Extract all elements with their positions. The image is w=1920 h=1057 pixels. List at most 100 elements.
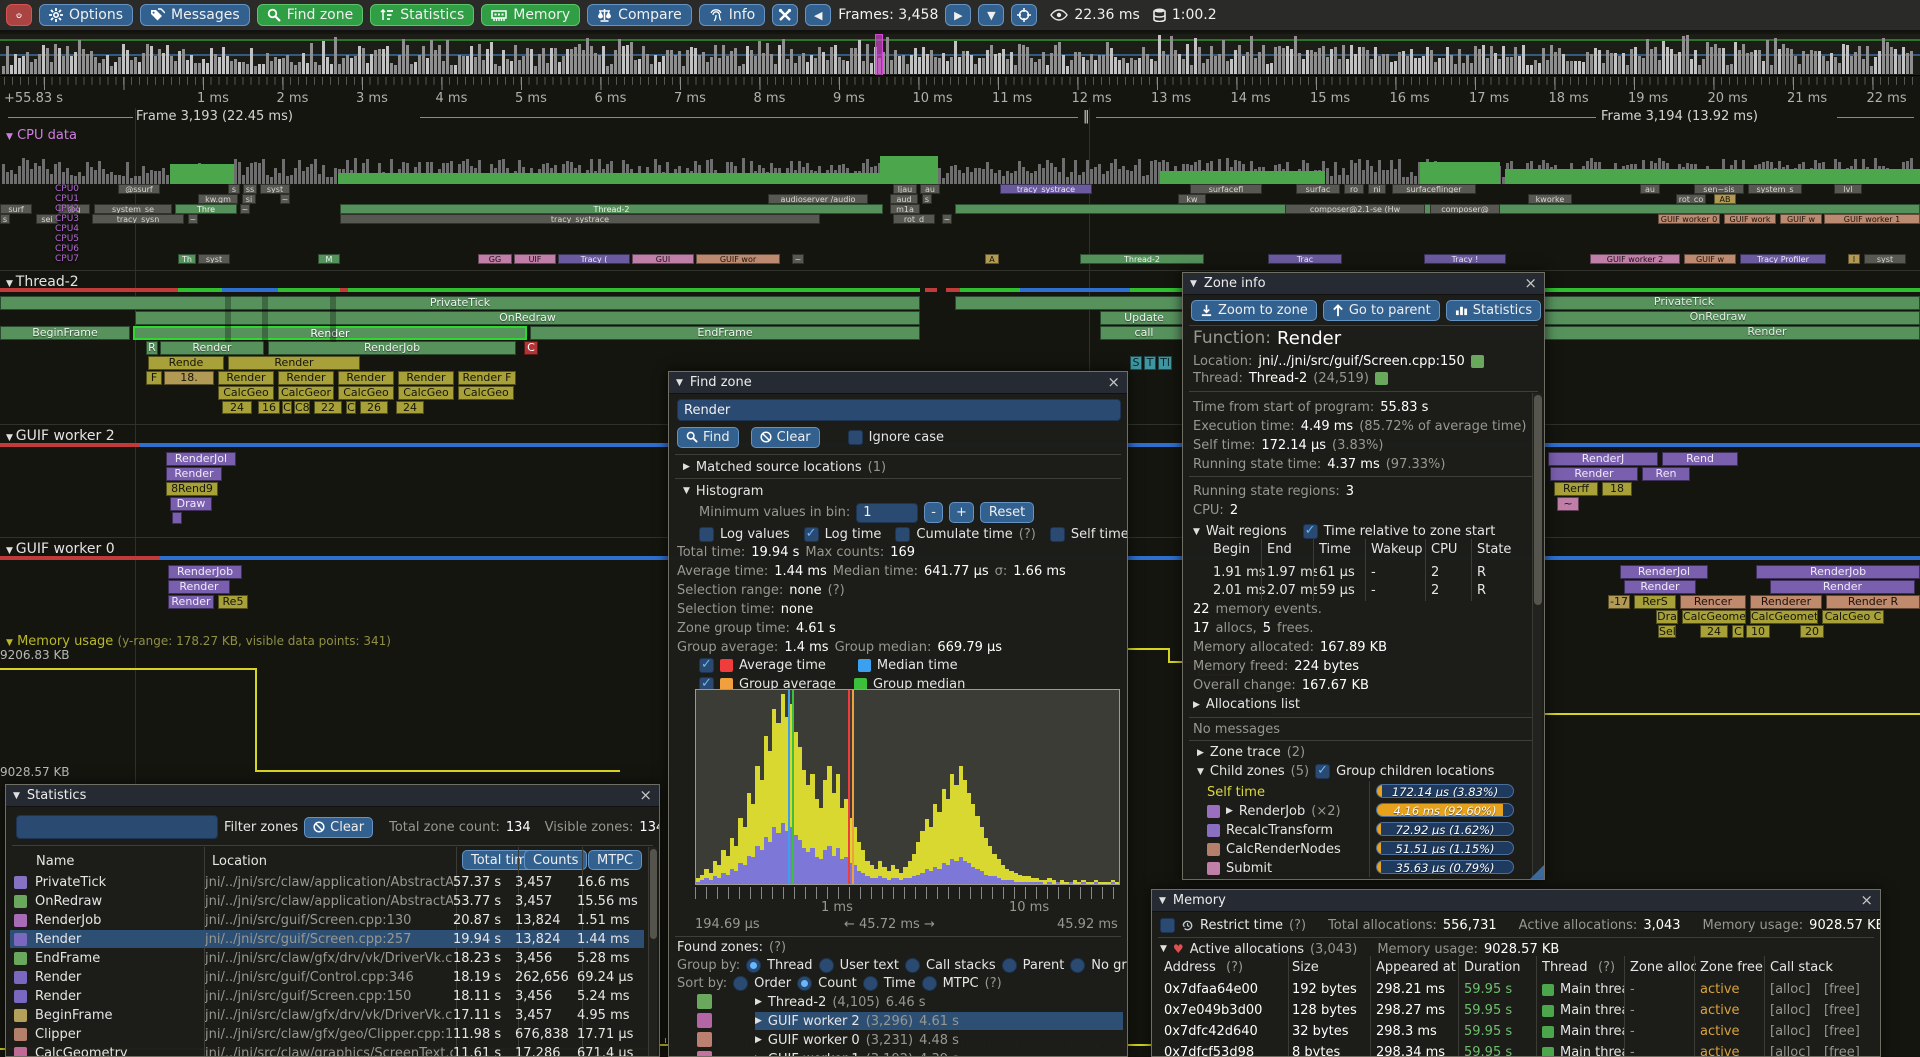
cpu-zone[interactable]: GUIF worker 0 [1658, 214, 1720, 224]
cpu-zone[interactable]: m1a [890, 204, 920, 214]
show-avg-median-checkbox[interactable] [699, 658, 714, 673]
zone-group-row[interactable]: ▶GUIF worker 0(3,231)4.48 s [755, 1031, 1123, 1049]
find-zone-button[interactable]: Find zone [257, 4, 364, 26]
active-allocations-section-label[interactable]: Active allocations [1190, 942, 1304, 957]
call-stack-free[interactable]: [free] [1824, 1024, 1881, 1040]
cpu-core-label[interactable]: CPU0 [55, 184, 79, 194]
cpu-zone[interactable]: Thread-2 [340, 204, 883, 214]
table-row[interactable]: Renderjni/../jni/src/guif/Screen.cpp:150… [10, 987, 644, 1005]
cpu-zone[interactable]: surf [0, 204, 32, 214]
statistics-window-titlebar[interactable]: ▼ Statistics × [6, 785, 659, 807]
cpu-zone[interactable]: ~ [942, 214, 952, 224]
zone[interactable]: C8 [294, 401, 310, 414]
min-bin-plus-button[interactable]: + [949, 502, 974, 523]
child-zones-label[interactable]: Child zones [1210, 764, 1285, 779]
zone[interactable]: Rend [1662, 452, 1738, 466]
collapse-icon[interactable]: ▼ [1159, 896, 1166, 906]
child-zone-row[interactable]: ▶RenderJob(×2) [1207, 802, 1367, 820]
messages-button[interactable]: Messages [140, 4, 250, 26]
cpu-zone[interactable]: M [318, 254, 340, 264]
zone-group-row[interactable]: ▶GUIF worker 1(3,192)4.39 s [755, 1050, 1123, 1057]
zone[interactable]: 16 [258, 401, 280, 414]
cpu-zone[interactable]: syst [260, 184, 290, 194]
cpu-zone[interactable]: rot_co [1676, 194, 1706, 204]
zone[interactable]: CalcGeo [218, 386, 274, 400]
zone[interactable]: Render [160, 341, 264, 355]
radio-call-stacks[interactable] [905, 958, 920, 973]
zone[interactable]: Rerff [1554, 482, 1598, 496]
resize-grip[interactable] [1530, 865, 1544, 879]
cpu-zone[interactable]: ~ [792, 254, 804, 264]
cpu-zone[interactable]: au [1640, 184, 1660, 194]
col-mtpc-button[interactable]: MTPC [588, 850, 642, 870]
zone[interactable]: 24 [222, 401, 252, 414]
cpu-zone[interactable]: GUI [632, 254, 694, 264]
expand-icon[interactable]: ▶ [1226, 806, 1233, 816]
matched-source-locations[interactable]: Matched source locations [696, 460, 862, 475]
statistics-button[interactable]: Statistics [370, 4, 474, 26]
statistics-scrollbar[interactable] [648, 847, 657, 1056]
col-name[interactable]: Name [36, 854, 74, 869]
collapse-icon[interactable]: ▼ [1197, 767, 1204, 777]
cpu-zone[interactable]: ~ [280, 194, 290, 204]
tools-button[interactable] [772, 4, 798, 26]
cpu-core-label[interactable]: CPU6 [55, 244, 79, 254]
cpu-zone[interactable]: ~ [240, 204, 250, 214]
zone[interactable]: Renderer [1750, 595, 1822, 609]
memory-button[interactable]: Memory [481, 4, 580, 26]
frame-separators-row[interactable]: Frame 3,193 (22.45 ms) ‖ Frame 3,194 (13… [0, 108, 1920, 126]
zone[interactable]: C [282, 401, 292, 414]
cpu-zone[interactable]: GUIF worker 2 [1590, 254, 1680, 264]
zone[interactable]: Tl [1158, 356, 1172, 370]
cpu-zone[interactable]: composer@ [1430, 204, 1500, 214]
close-icon[interactable]: × [639, 788, 652, 803]
cpu-zone[interactable]: Thre [175, 204, 237, 214]
collapse-icon[interactable]: ▼ [676, 378, 683, 388]
zone[interactable]: Draw [170, 497, 212, 511]
cpu-usage-graph[interactable] [0, 146, 1920, 184]
zone[interactable]: S [1130, 356, 1142, 370]
zone[interactable]: BeginFrame [0, 326, 130, 340]
cpu-core-label[interactable]: CPU2 [55, 204, 79, 214]
zone-group-row[interactable]: ▶Thread-2(4,105)6.46 s [755, 993, 1123, 1011]
collapse-icon[interactable]: ▼ [1190, 279, 1197, 289]
table-row[interactable]: PrivateTickjni/../jni/src/claw/applicati… [10, 873, 644, 891]
zone[interactable]: Render [398, 371, 454, 385]
cpu-zone[interactable]: surfaceflinger [1392, 184, 1476, 194]
expand-icon[interactable]: ▶ [755, 997, 762, 1007]
alloc-address[interactable]: 0x7e049b3d00 [1164, 1003, 1286, 1019]
cpu-core-label[interactable]: CPU1 [55, 194, 79, 204]
clear-filter-button[interactable]: Clear [304, 817, 373, 838]
zone[interactable]: 24 [396, 401, 424, 414]
find-zone-query-input[interactable] [677, 399, 1121, 421]
cpu-zone[interactable]: GUIF work [1724, 214, 1776, 224]
zone[interactable]: call [1100, 326, 1188, 340]
cpu-zone[interactable]: GUIF w [1684, 254, 1736, 264]
expand-icon[interactable]: ▶ [755, 1035, 762, 1045]
zone[interactable]: Render [168, 595, 214, 609]
cpu-zone[interactable]: AB [1714, 194, 1736, 204]
alloc-address[interactable]: 0x7dfcf53d98 [1164, 1045, 1286, 1057]
zone[interactable]: RenderJ [1548, 452, 1658, 466]
radio-order[interactable] [733, 976, 748, 991]
min-bin-input[interactable] [856, 503, 918, 523]
table-row[interactable]: RenderJobjni/../jni/src/guif/Screen.cpp:… [10, 911, 644, 929]
zone[interactable]: Render [168, 580, 230, 594]
cpu-zone[interactable]: Trac [1268, 254, 1342, 264]
cpu-zone[interactable]: syst [198, 254, 230, 264]
zone-statistics-button[interactable]: Statistics [1446, 300, 1541, 321]
cpu-zone[interactable]: Tracy ! [1424, 254, 1506, 264]
zone[interactable]: RerS [1634, 595, 1676, 609]
zone[interactable]: OnRedraw [135, 311, 920, 325]
expand-icon[interactable]: ▶ [683, 462, 690, 472]
thread-value[interactable]: Thread-2 [1249, 371, 1307, 386]
alloc-address[interactable]: 0x7dfaa64e00 [1164, 982, 1286, 998]
zone[interactable]: Render [218, 371, 274, 385]
alloc-address[interactable]: 0x7dfc42d640 [1164, 1024, 1286, 1040]
call-stack-free[interactable]: [free] [1824, 1003, 1881, 1019]
zone[interactable]: 22 [314, 401, 342, 414]
table-row[interactable]: Renderjni/../jni/src/guif/Control.cpp:34… [10, 968, 644, 986]
collapse-icon[interactable]: ▼ [1160, 944, 1167, 954]
power-button[interactable] [6, 4, 32, 26]
cpu-zone[interactable]: tracy_sysn [92, 214, 184, 224]
